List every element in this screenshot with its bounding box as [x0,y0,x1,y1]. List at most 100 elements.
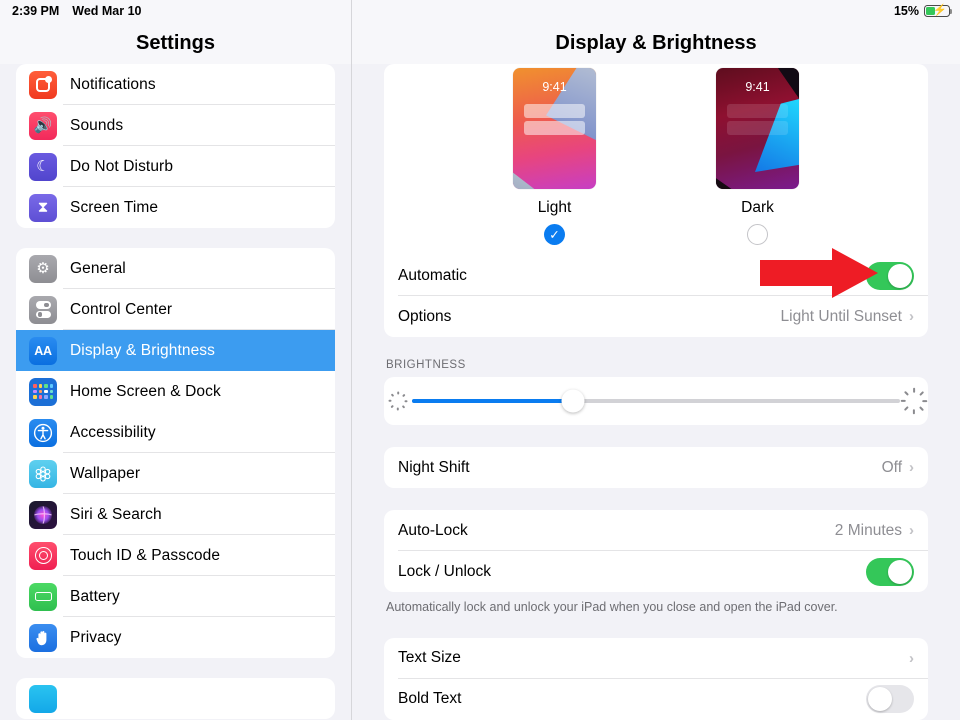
brightness-slider[interactable] [412,389,900,413]
screen-time-icon: ⧗ [29,193,57,222]
light-theme-label: Light [537,199,572,216]
home-screen-dock-icon [29,377,57,406]
battery-percent-label: 15% [893,4,919,18]
options-label: Options [398,307,452,325]
options-value: Light Until Sunset [780,307,903,325]
panel-divider [351,0,352,720]
appearance-option-light[interactable]: 9:41 Light ✓ [513,68,596,245]
auto-lock-value: 2 Minutes [834,521,902,539]
sidebar-item-label: General [70,259,126,277]
sidebar-scroll-area[interactable]: Notifications 🔊 Sounds ☾ Do Not Disturb [0,64,351,720]
app-store-icon [29,684,57,713]
sidebar-item-label: Screen Time [70,198,159,216]
sidebar-item-display-brightness[interactable]: AA Display & Brightness [16,330,335,371]
sidebar-item-siri-search[interactable]: Siri & Search [16,494,335,535]
sidebar-item-label: Touch ID & Passcode [70,546,221,564]
status-bar-right: 15% ⚡ [893,4,953,18]
brightness-card [384,377,928,425]
touch-id-passcode-icon [29,541,57,570]
settings-sidebar: Settings Notifications 🔊 Sounds ☾ Do Not… [0,0,351,720]
detail-scroll-area[interactable]: 9:41 Light ✓ 9:41 Dark Automatic Options… [352,64,960,720]
light-theme-preview[interactable]: 9:41 [513,68,596,189]
auto-lock-label: Auto-Lock [398,521,468,539]
sidebar-item-label: Wallpaper [70,464,141,482]
sidebar-item-app-store[interactable] [16,678,335,719]
do-not-disturb-icon: ☾ [29,152,57,181]
dark-theme-preview[interactable]: 9:41 [716,68,799,189]
lock-unlock-toggle[interactable] [866,557,914,586]
chevron-right-icon: › [909,522,914,539]
bold-text-toggle[interactable] [866,685,914,714]
sidebar-item-general[interactable]: ⚙ General [16,248,335,289]
status-time: 2:39 PM [12,4,60,18]
sidebar-item-home-screen-dock[interactable]: Home Screen & Dock [16,371,335,412]
text-size-row[interactable]: Text Size › [384,638,928,679]
night-shift-card: Night Shift Off › [384,447,928,488]
siri-search-icon [29,500,57,529]
brightness-slider-thumb[interactable] [561,389,585,413]
night-shift-label: Night Shift [398,458,470,476]
dark-theme-radio[interactable] [747,224,768,245]
sidebar-item-label: Display & Brightness [70,341,216,359]
light-theme-radio-selected[interactable]: ✓ [544,224,565,245]
sidebar-item-label: Notifications [70,75,156,93]
sidebar-item-control-center[interactable]: Control Center [16,289,335,330]
chevron-right-icon: › [909,308,914,325]
bold-text-label: Bold Text [398,690,462,708]
wallpaper-icon [29,459,57,488]
control-center-icon [29,295,57,324]
battery-icon [29,582,57,611]
night-shift-value: Off [881,458,902,476]
general-gear-icon: ⚙ [29,254,57,283]
brightness-section-header: BRIGHTNESS [386,359,466,371]
sidebar-group-3-partial [16,678,335,719]
text-size-label: Text Size [398,649,461,667]
ipad-settings-screen: 2:39 PM Wed Mar 10 15% ⚡ Settings Notifi… [0,0,960,720]
dark-theme-label: Dark [741,199,774,216]
auto-lock-row[interactable]: Auto-Lock 2 Minutes › [384,510,928,551]
notifications-icon [29,70,57,99]
display-brightness-pane: Display & Brightness 9:41 Light ✓ 9:41 D… [352,0,960,720]
lock-unlock-label: Lock / Unlock [398,562,492,580]
sidebar-item-label: Accessibility [70,423,156,441]
sidebar-group-1: Notifications 🔊 Sounds ☾ Do Not Disturb [16,64,335,228]
sidebar-item-sounds[interactable]: 🔊 Sounds [16,105,335,146]
bold-text-row[interactable]: Bold Text [384,679,928,720]
sidebar-item-privacy[interactable]: Privacy [16,617,335,658]
status-bar-left: 2:39 PM Wed Mar 10 [12,4,142,18]
automatic-label: Automatic [398,266,467,284]
display-brightness-icon: AA [29,336,57,365]
sidebar-item-do-not-disturb[interactable]: ☾ Do Not Disturb [16,146,335,187]
chevron-right-icon: › [909,459,914,476]
preview-time: 9:41 [542,80,567,94]
options-row[interactable]: Options Light Until Sunset › [384,296,928,337]
sidebar-item-label: Do Not Disturb [70,157,174,175]
sounds-icon: 🔊 [29,111,57,140]
auto-lock-card: Auto-Lock 2 Minutes › Lock / Unlock [384,510,928,592]
automatic-row[interactable]: Automatic [384,255,928,296]
sidebar-item-wallpaper[interactable]: Wallpaper [16,453,335,494]
status-date: Wed Mar 10 [72,4,142,18]
sidebar-item-accessibility[interactable]: Accessibility [16,412,335,453]
status-bar: 2:39 PM Wed Mar 10 15% ⚡ [0,0,960,22]
preview-time: 9:41 [745,80,770,94]
sidebar-item-notifications[interactable]: Notifications [16,64,335,105]
sidebar-item-screen-time[interactable]: ⧗ Screen Time [16,187,335,228]
accessibility-icon [29,418,57,447]
sidebar-item-label: Sounds [70,116,124,134]
automatic-toggle[interactable] [866,261,914,290]
sidebar-item-label: Siri & Search [70,505,162,523]
privacy-hand-icon [29,623,57,652]
sidebar-group-2: ⚙ General Control Center AA Display & Br… [16,248,335,658]
appearance-option-dark[interactable]: 9:41 Dark [716,68,799,245]
lock-unlock-row[interactable]: Lock / Unlock [384,551,928,592]
sidebar-item-label: Control Center [70,300,173,318]
appearance-options: 9:41 Light ✓ 9:41 Dark [384,64,928,255]
sidebar-item-label: Home Screen & Dock [70,382,221,400]
appearance-card: 9:41 Light ✓ 9:41 Dark Automatic Options… [384,64,928,337]
night-shift-row[interactable]: Night Shift Off › [384,447,928,488]
text-size-card: Text Size › Bold Text [384,637,928,720]
sidebar-item-battery[interactable]: Battery [16,576,335,617]
sidebar-item-touch-id-passcode[interactable]: Touch ID & Passcode [16,535,335,576]
sidebar-item-label: Privacy [70,628,122,646]
